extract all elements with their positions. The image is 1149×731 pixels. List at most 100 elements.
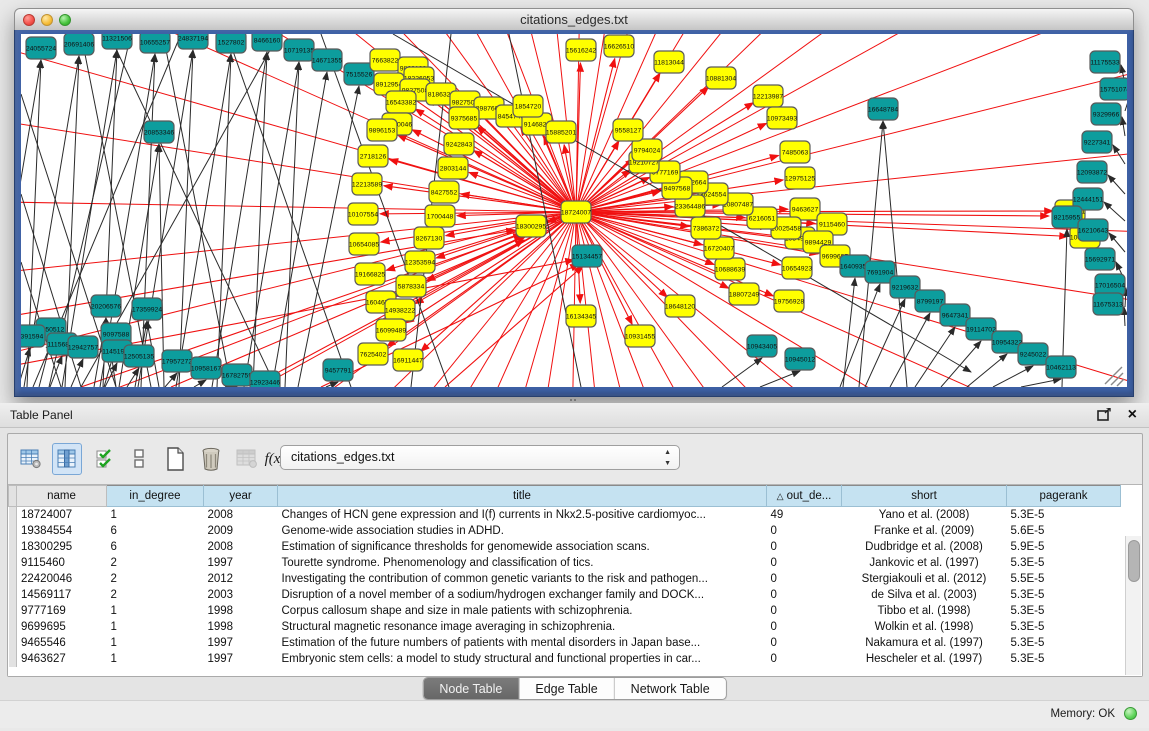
graph-node-teal[interactable]: 15134457	[572, 245, 602, 267]
graph-node-yellow[interactable]: 15885201	[546, 121, 576, 143]
table-row[interactable]: 1830029562008Estimation of significance …	[9, 539, 1121, 555]
cell[interactable]: Disruption of a novel member of a sodium…	[278, 587, 767, 603]
tab-network-table[interactable]: Network Table	[615, 678, 726, 699]
cell[interactable]: 1	[107, 603, 204, 619]
column-header-short[interactable]: short	[842, 486, 1007, 507]
cell[interactable]: 9463627	[17, 651, 107, 667]
table-selector-combobox[interactable]: citations_edges.txt ▲▼	[280, 445, 680, 470]
graph-node-yellow[interactable]: 7485063	[780, 141, 810, 163]
graph-node-yellow[interactable]: 12353594	[405, 251, 435, 273]
graph-node-yellow[interactable]: 10654085	[349, 233, 379, 255]
table-row[interactable]: 1456911722003Disruption of a novel membe…	[9, 587, 1121, 603]
cell[interactable]: 2009	[204, 523, 278, 539]
graph-node-yellow[interactable]: 16099489	[376, 319, 406, 341]
column-header-year[interactable]: year	[204, 486, 278, 507]
graph-node-teal[interactable]: 12923446	[250, 371, 280, 387]
graph-node-teal[interactable]: 15692971	[1085, 248, 1115, 270]
show-columns-icon[interactable]	[52, 443, 82, 475]
graph-node-yellow[interactable]: 16134345	[566, 305, 596, 327]
clear-selection-icon[interactable]	[124, 443, 154, 475]
graph-node-yellow[interactable]: 18807249	[729, 283, 759, 305]
cell[interactable]: 1998	[204, 619, 278, 635]
cell[interactable]: 9465546	[17, 635, 107, 651]
cell[interactable]: 5.6E-5	[1007, 523, 1121, 539]
graph-node-teal[interactable]: 9457791	[323, 359, 353, 381]
cell[interactable]: 0	[767, 555, 842, 571]
graph-node-yellow[interactable]: 19166825	[355, 263, 385, 285]
graph-node-yellow[interactable]: 10654923	[782, 257, 812, 279]
graph-node-yellow[interactable]: 18300295	[516, 215, 546, 237]
close-panel-icon[interactable]: ×	[1128, 405, 1137, 425]
graph-node-teal[interactable]: 10943405	[747, 335, 777, 357]
cell[interactable]: 2	[107, 587, 204, 603]
cell[interactable]: 9777169	[17, 603, 107, 619]
delete-table-icon[interactable]	[196, 443, 226, 475]
graph-node-teal[interactable]: 20206576	[91, 295, 121, 317]
cell[interactable]: 1	[107, 635, 204, 651]
vertical-scrollbar[interactable]	[1125, 536, 1141, 675]
cell[interactable]: 2	[107, 555, 204, 571]
cell[interactable]: 6	[107, 539, 204, 555]
cell[interactable]: Wolkin et al. (1998)	[842, 619, 1007, 635]
graph-node-teal[interactable]: 10655257	[140, 34, 170, 53]
graph-node-teal[interactable]: 20691406	[64, 34, 94, 55]
cell[interactable]: Structural magnetic resonance image aver…	[278, 619, 767, 635]
cell[interactable]: Tibbo et al. (1998)	[842, 603, 1007, 619]
graph-node-teal[interactable]: 24055724	[26, 37, 56, 59]
cell[interactable]: Nakamura et al. (1997)	[842, 635, 1007, 651]
graph-node-teal[interactable]: 15751074	[1100, 78, 1127, 100]
graph-node-yellow[interactable]: 16911447	[393, 349, 423, 371]
cell[interactable]: Estimation of significance thresholds fo…	[278, 539, 767, 555]
graph-node-yellow[interactable]: 7386372	[691, 217, 721, 239]
cell[interactable]: 1	[107, 507, 204, 524]
cell[interactable]: 5.9E-5	[1007, 539, 1121, 555]
graph-node-teal[interactable]: 10958167	[191, 357, 221, 379]
cell[interactable]: Hescheler et al. (1997)	[842, 651, 1007, 667]
cell[interactable]: Corpus callosum shape and size in male p…	[278, 603, 767, 619]
graph-node-teal[interactable]: 10462113	[1046, 356, 1076, 378]
graph-node-yellow[interactable]: 10973493	[767, 107, 797, 129]
network-canvas[interactable]: 2405572420691406113215061065525724837194…	[21, 34, 1127, 387]
zoom-window-button[interactable]	[59, 14, 71, 26]
graph-node-teal[interactable]: 9227341	[1082, 131, 1112, 153]
graph-node-yellow[interactable]: 8267130	[414, 227, 444, 249]
graph-node-teal[interactable]: 8466160	[252, 34, 282, 51]
cell[interactable]: 0	[767, 651, 842, 667]
column-header-title[interactable]: title	[278, 486, 767, 507]
cell[interactable]: 5.3E-5	[1007, 603, 1121, 619]
graph-node-teal[interactable]: 17359924	[132, 298, 162, 320]
tab-edge-table[interactable]: Edge Table	[519, 678, 614, 699]
cell[interactable]: 49	[767, 507, 842, 524]
column-header-out-de-[interactable]: △out_de...	[767, 486, 842, 507]
graph-node-yellow[interactable]: 10881304	[706, 67, 736, 89]
cell[interactable]: 0	[767, 603, 842, 619]
network-window-titlebar[interactable]: citations_edges.txt	[14, 8, 1134, 32]
column-header-name[interactable]: name	[17, 486, 107, 507]
graph-node-yellow[interactable]: 7625402	[358, 343, 388, 365]
graph-node-teal[interactable]: 14671355	[312, 49, 342, 71]
cell[interactable]: 5.3E-5	[1007, 507, 1121, 524]
graph-node-teal[interactable]: 11675313	[1093, 293, 1123, 315]
graph-node-yellow[interactable]: 10688639	[715, 258, 745, 280]
table-row[interactable]: 946362711997Embryonic stem cells: a mode…	[9, 651, 1121, 667]
graph-node-yellow[interactable]: 1700448	[425, 205, 455, 227]
graph-node-teal[interactable]: 9391594	[21, 325, 45, 347]
cell[interactable]: Genome-wide association studies in ADHD.	[278, 523, 767, 539]
table-row[interactable]: 977716911998Corpus callosum shape and si…	[9, 603, 1121, 619]
cell[interactable]: 9115460	[17, 555, 107, 571]
graph-node-teal[interactable]: 24837194	[178, 34, 208, 49]
cell[interactable]: 0	[767, 635, 842, 651]
cell[interactable]: Estimation of the future numbers of pati…	[278, 635, 767, 651]
cell[interactable]: 5.3E-5	[1007, 555, 1121, 571]
graph-node-yellow[interactable]: 9896153	[367, 119, 397, 141]
graph-node-yellow[interactable]: 5878334	[396, 275, 426, 297]
graph-node-yellow[interactable]: 10931455	[625, 325, 655, 347]
cell[interactable]: 2008	[204, 507, 278, 524]
cell[interactable]: 0	[767, 587, 842, 603]
graph-node-teal[interactable]: 10945012	[785, 348, 815, 370]
graph-node-yellow[interactable]: 10107554	[348, 203, 378, 225]
graph-node-yellow[interactable]: 8427552	[429, 181, 459, 203]
cell[interactable]: Jankovic et al. (1997)	[842, 555, 1007, 571]
new-table-icon[interactable]	[160, 443, 190, 475]
cell[interactable]: 2	[107, 571, 204, 587]
